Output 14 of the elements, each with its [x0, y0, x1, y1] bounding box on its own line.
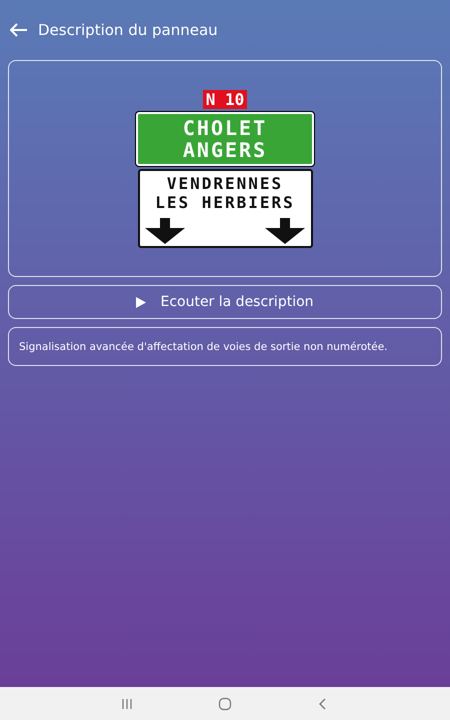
down-arrow-icon	[265, 218, 305, 244]
play-icon	[136, 296, 146, 308]
home-icon[interactable]	[218, 696, 232, 710]
page-title: Description du panneau	[38, 21, 218, 39]
destination-name: ANGERS	[182, 138, 268, 160]
recent-apps-icon[interactable]	[120, 696, 134, 710]
listen-button[interactable]: Ecouter la description	[8, 285, 442, 319]
route-number: N 10	[202, 90, 248, 108]
destination-name: LES HERBIERS	[155, 192, 295, 212]
destination-name: CHOLET	[182, 116, 268, 138]
destination-name: VENDRENNES	[166, 174, 284, 192]
back-arrow-icon[interactable]	[10, 23, 28, 37]
down-arrow-icon	[145, 218, 185, 244]
sign-description: Signalisation avancée d'affectation de voies de sortie non numérotée.	[19, 340, 388, 354]
